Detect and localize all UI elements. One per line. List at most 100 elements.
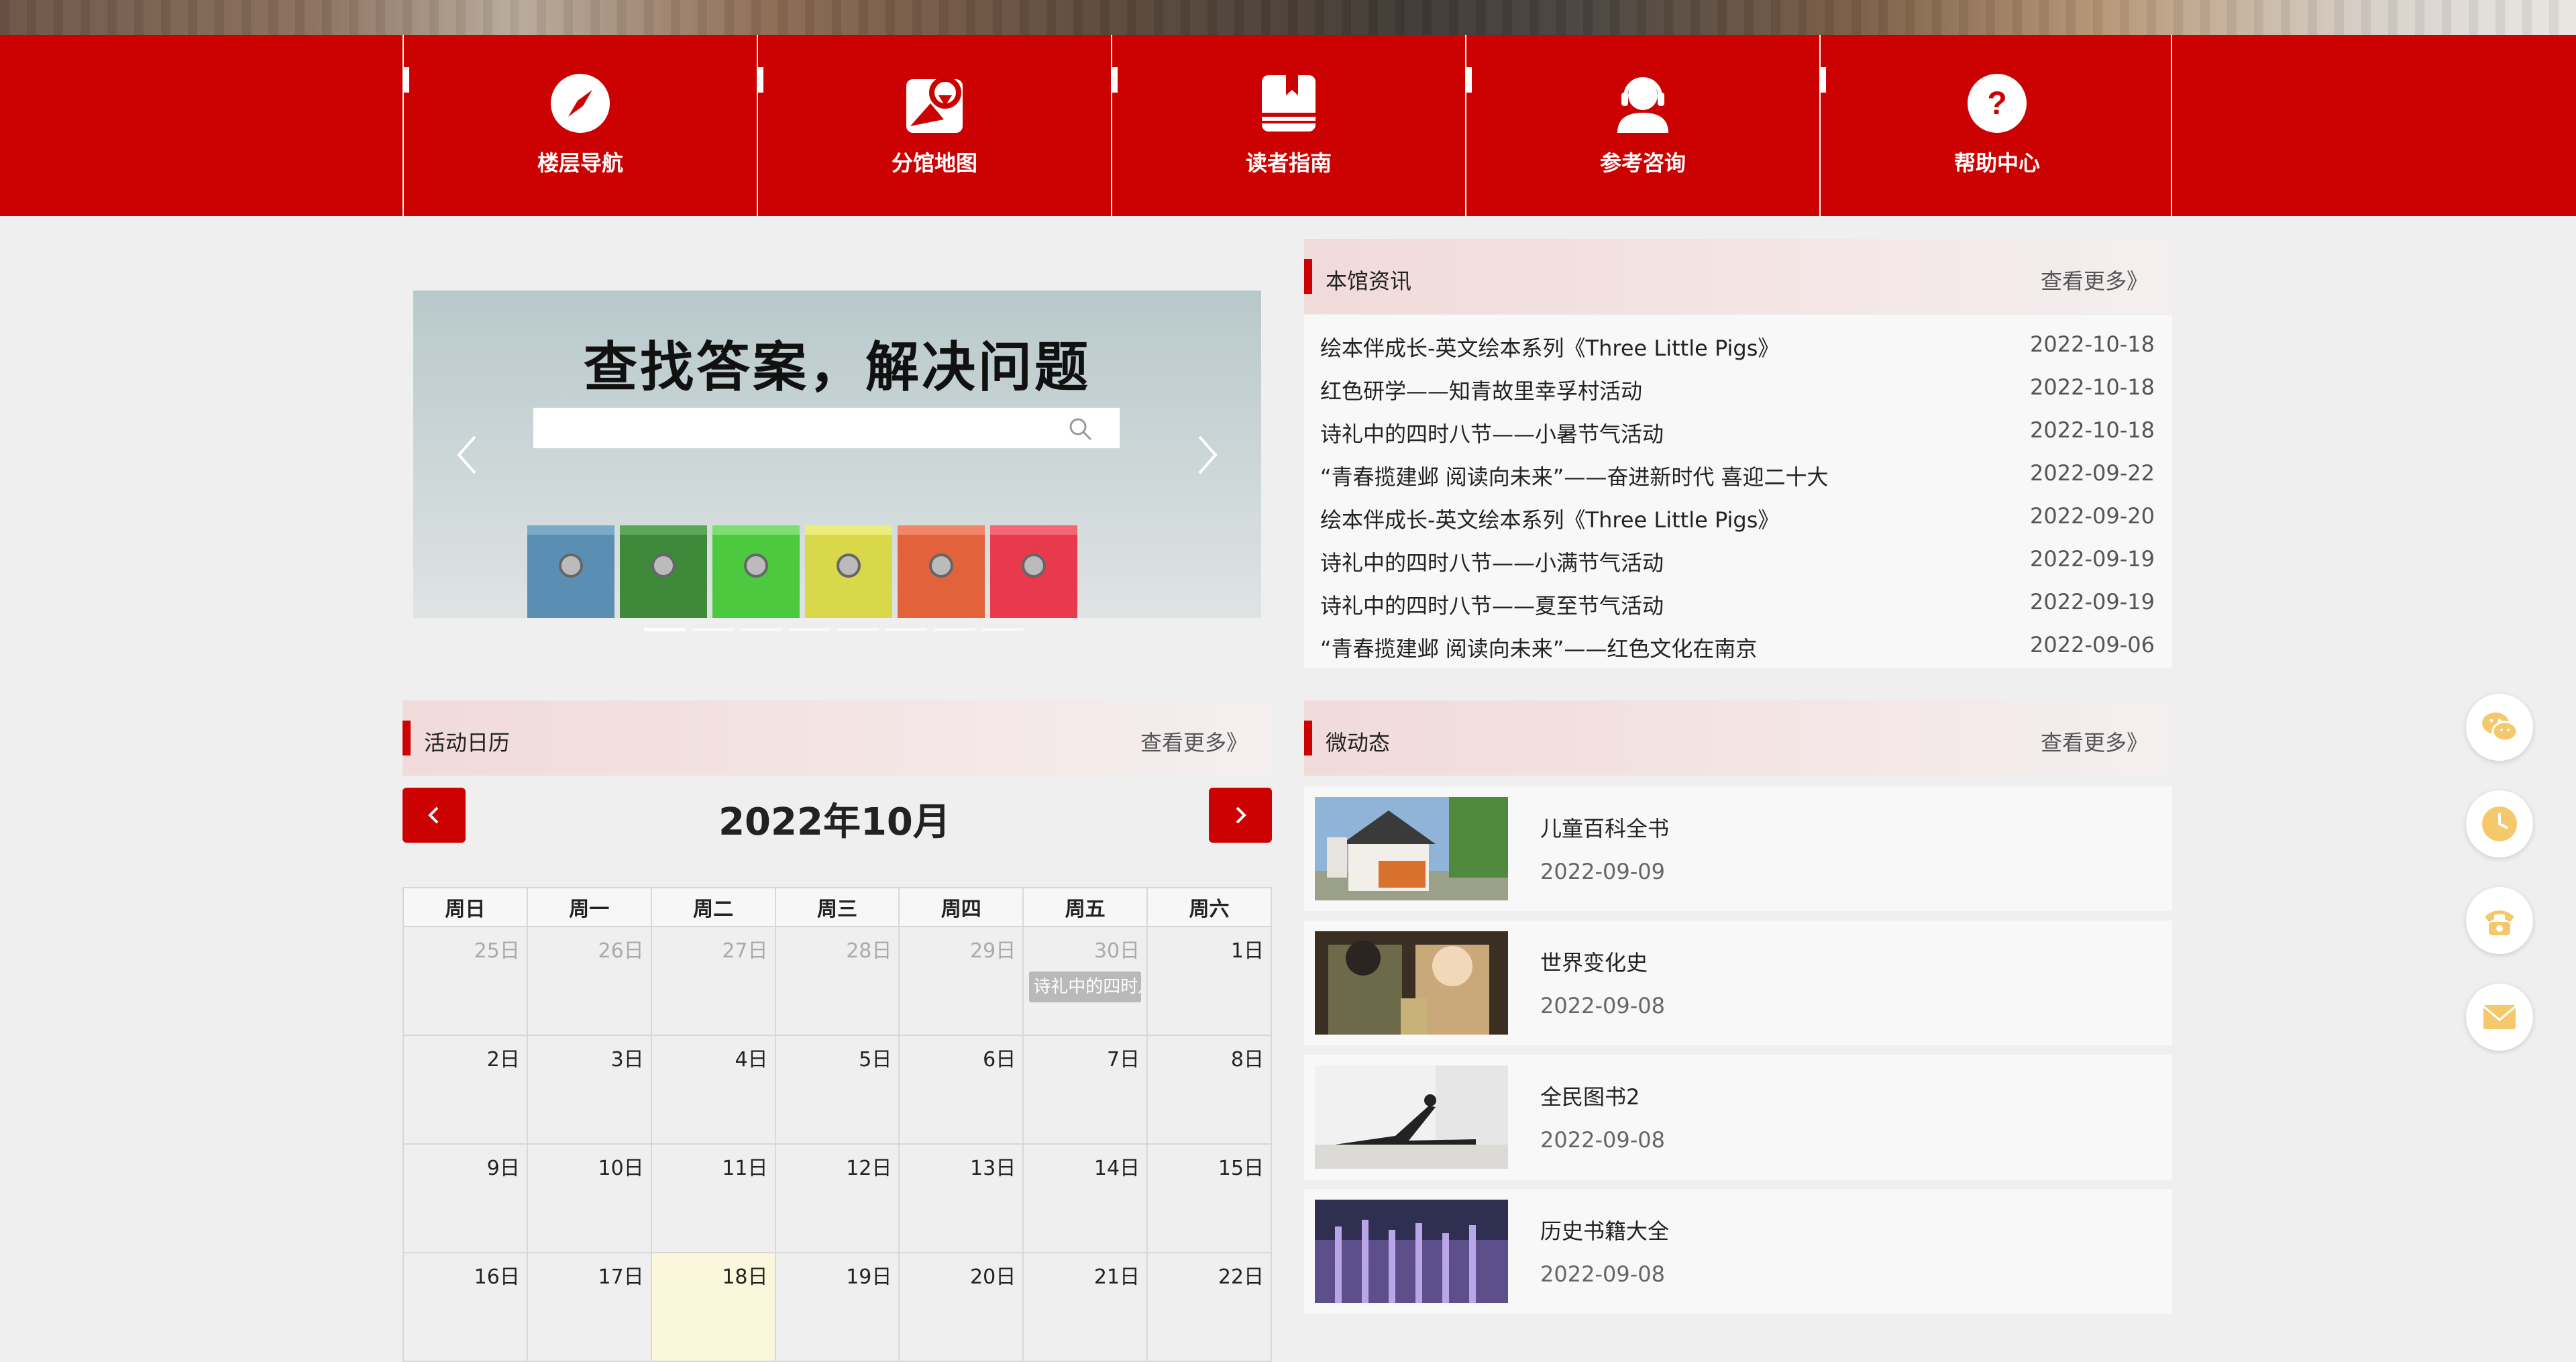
micro-card[interactable]: 世界变化史 2022-09-08: [1304, 921, 2172, 1045]
micro-card-title[interactable]: 历史书籍大全: [1540, 1214, 1669, 1245]
carousel-dot[interactable]: [837, 628, 879, 631]
carousel-next-arrow-icon[interactable]: [1194, 431, 1221, 478]
carousel-dot[interactable]: [885, 628, 927, 631]
clock-icon: [2482, 806, 2517, 841]
news-item[interactable]: 诗礼中的四时八节——小满节气活动 2022-09-19: [1304, 538, 2172, 581]
calendar-day-cell[interactable]: 12日: [774, 1143, 900, 1253]
calendar-prev-button[interactable]: [402, 788, 466, 843]
phone-icon: [2485, 910, 2514, 935]
calendar-day-cell[interactable]: 8日: [1146, 1035, 1272, 1145]
calendar-next-button[interactable]: [1209, 788, 1272, 843]
news-item-title[interactable]: 绘本伴成长-英文绘本系列《Three Little Pigs》: [1320, 503, 1779, 534]
banner-carousel[interactable]: 查找答案，解决问题: [413, 291, 1261, 618]
news-item-title[interactable]: “青春揽建邺 阅读向未来”——红色文化在南京: [1320, 632, 1757, 663]
micro-thumbnail[interactable]: [1315, 797, 1508, 900]
calendar-day-cell[interactable]: 5日: [774, 1035, 900, 1145]
micro-card-date: 2022-09-08: [1540, 1127, 1665, 1153]
float-phone-button[interactable]: [2466, 887, 2533, 954]
news-item-title[interactable]: 绘本伴成长-英文绘本系列《Three Little Pigs》: [1320, 331, 1779, 362]
news-title: 本馆资讯: [1326, 268, 1412, 294]
news-item-date: 2022-09-22: [2030, 460, 2155, 486]
calendar-day-cell[interactable]: 14日: [1022, 1143, 1148, 1253]
nav-divider: [2171, 35, 2172, 216]
calendar-day-cell[interactable]: 6日: [898, 1035, 1024, 1145]
micro-card-title[interactable]: 世界变化史: [1540, 946, 1648, 977]
calendar-day-cell[interactable]: 16日: [402, 1252, 528, 1362]
question-icon: ?: [1968, 74, 2027, 133]
calendar-day-cell[interactable]: 3日: [526, 1035, 652, 1145]
calendar-day-cell[interactable]: 17日: [526, 1252, 652, 1362]
micro-card-title[interactable]: 儿童百科全书: [1540, 812, 1669, 843]
news-item-title[interactable]: “青春揽建邺 阅读向未来”——奋进新时代 喜迎二十大: [1320, 460, 1829, 491]
nav-item-floor-guide[interactable]: 楼层导航: [402, 35, 757, 216]
banner-search-box[interactable]: [533, 407, 1120, 449]
calendar-day-cell[interactable]: 9日: [402, 1143, 528, 1253]
calendar-more-link[interactable]: 查看更多》: [1140, 726, 1248, 757]
calendar-day-cell[interactable]: 19日: [774, 1252, 900, 1362]
calendar-day-cell[interactable]: 29日: [898, 926, 1024, 1036]
micro-thumbnail[interactable]: [1315, 1200, 1508, 1303]
micro-thumbnail[interactable]: [1315, 1065, 1508, 1169]
day-number: 6日: [983, 1048, 1016, 1071]
calendar-day-cell[interactable]: 30日 诗礼中的四时八节: [1022, 926, 1148, 1036]
nav-item-branch-map[interactable]: 分馆地图: [757, 35, 1111, 216]
calendar-day-cell[interactable]: 21日: [1022, 1252, 1148, 1362]
news-item[interactable]: 诗礼中的四时八节——夏至节气活动 2022-09-19: [1304, 581, 2172, 624]
calendar-day-cell[interactable]: 27日: [650, 926, 776, 1036]
carousel-prev-arrow-icon[interactable]: [453, 431, 480, 478]
news-more-link[interactable]: 查看更多》: [2041, 264, 2148, 295]
news-item-title[interactable]: 诗礼中的四时八节——小满节气活动: [1320, 546, 1664, 577]
calendar-event[interactable]: 诗礼中的四时八节: [1029, 972, 1142, 1002]
calendar-day-cell[interactable]: 15日: [1146, 1143, 1272, 1253]
calendar-day-cell[interactable]: 2日: [402, 1035, 528, 1145]
calendar-day-cell[interactable]: 10日: [526, 1143, 652, 1253]
carousel-dot[interactable]: [934, 628, 975, 631]
calendar-month-label: 2022年10月: [718, 800, 951, 844]
micro-card[interactable]: 全民图书2 2022-09-08: [1304, 1055, 2172, 1180]
news-item-title[interactable]: 红色研学——知青故里幸孚村活动: [1320, 374, 1642, 405]
nav-item-reference-consult[interactable]: 参考咨询: [1465, 35, 1819, 216]
micro-thumbnail[interactable]: [1315, 931, 1508, 1035]
carousel-dot[interactable]: [982, 628, 1024, 631]
nav-item-help-center[interactable]: ? 帮助中心: [1819, 35, 2174, 216]
calendar-day-cell[interactable]: 28日: [774, 926, 900, 1036]
micro-card-title[interactable]: 全民图书2: [1540, 1080, 1640, 1111]
carousel-pagination: [644, 628, 1026, 632]
float-hours-button[interactable]: [2466, 790, 2533, 857]
news-item[interactable]: 绘本伴成长-英文绘本系列《Three Little Pigs》 2022-09-…: [1304, 495, 2172, 538]
compass-icon: [551, 74, 610, 133]
day-number: 14日: [1093, 1157, 1140, 1180]
micro-card[interactable]: 历史书籍大全 2022-09-08: [1304, 1189, 2172, 1314]
calendar-day-cell[interactable]: 11日: [650, 1143, 776, 1253]
float-mail-button[interactable]: [2466, 984, 2533, 1051]
news-item[interactable]: 红色研学——知青故里幸孚村活动 2022-10-18: [1304, 366, 2172, 409]
news-item[interactable]: “青春揽建邺 阅读向未来”——红色文化在南京 2022-09-06: [1304, 624, 2172, 667]
calendar-day-cell[interactable]: 22日: [1146, 1252, 1272, 1362]
nav-item-reader-guide[interactable]: 读者指南: [1111, 35, 1465, 216]
news-item[interactable]: “青春揽建邺 阅读向未来”——奋进新时代 喜迎二十大 2022-09-22: [1304, 452, 2172, 495]
news-item-title[interactable]: 诗礼中的四时八节——小暑节气活动: [1320, 417, 1664, 448]
calendar-day-cell[interactable]: 25日: [402, 926, 528, 1036]
calendar-weekday-row: 周日 周一 周二 周三 周四 周五 周六: [402, 887, 1272, 927]
carousel-dot[interactable]: [789, 628, 830, 631]
calendar-day-cell[interactable]: 1日: [1146, 926, 1272, 1036]
calendar-day-cell-today[interactable]: 18日: [650, 1252, 776, 1362]
micro-card[interactable]: 儿童百科全书 2022-09-09: [1304, 786, 2172, 911]
calendar-day-cell[interactable]: 7日: [1022, 1035, 1148, 1145]
calendar-day-cell[interactable]: 20日: [898, 1252, 1024, 1362]
news-item[interactable]: 绘本伴成长-英文绘本系列《Three Little Pigs》 2022-10-…: [1304, 323, 2172, 366]
news-item[interactable]: 诗礼中的四时八节——小暑节气活动 2022-10-18: [1304, 409, 2172, 452]
calendar-day-cell[interactable]: 4日: [650, 1035, 776, 1145]
carousel-dot[interactable]: [741, 628, 782, 631]
wechat-icon: [2482, 713, 2518, 742]
carousel-dot[interactable]: [692, 628, 734, 631]
header-photo-strip: [0, 0, 2576, 35]
carousel-dot[interactable]: [644, 628, 686, 631]
micro-more-link[interactable]: 查看更多》: [2041, 726, 2148, 757]
calendar-day-cell[interactable]: 26日: [526, 926, 652, 1036]
calendar-day-cell[interactable]: 13日: [898, 1143, 1024, 1253]
book-icon: [1262, 75, 1316, 132]
calendar-week-row: 9日 10日 11日 12日 13日 14日 15日: [402, 1143, 1272, 1253]
news-item-title[interactable]: 诗礼中的四时八节——夏至节气活动: [1320, 589, 1664, 620]
float-wechat-button[interactable]: [2466, 694, 2533, 761]
